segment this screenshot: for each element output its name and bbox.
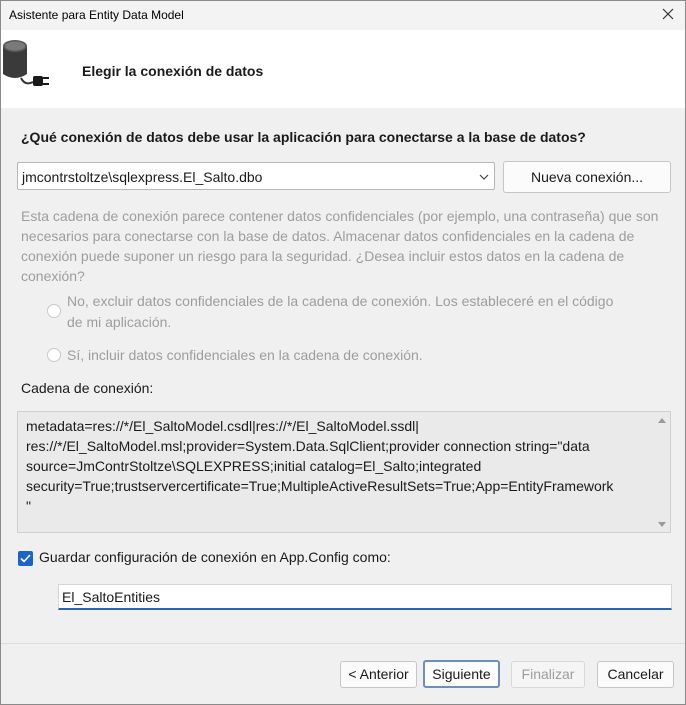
chevron-down-icon <box>479 174 489 180</box>
exclude-sensitive-label: No, excluir datos confidenciales de la c… <box>67 293 614 330</box>
include-sensitive-label: Sí, incluir datos confidenciales en la c… <box>67 347 423 363</box>
connection-string-box[interactable]: metadata=res://*/El_SaltoModel.csdl|res:… <box>17 411 671 533</box>
back-button[interactable]: < Anterior <box>340 661 417 688</box>
wizard-header: Elegir la conexión de datos <box>1 30 685 108</box>
save-config-label: Guardar configuración de conexión en App… <box>39 549 391 565</box>
wizard-window: Asistente para Entity Data Model Elegir … <box>0 0 686 705</box>
database-connection-icon <box>3 40 49 86</box>
page-title: Elegir la conexión de datos <box>82 63 264 79</box>
exclude-sensitive-radio[interactable] <box>47 304 61 318</box>
include-sensitive-radio[interactable] <box>47 348 61 362</box>
connection-string-scrollbar[interactable] <box>654 412 670 532</box>
title-bar: Asistente para Entity Data Model <box>1 1 685 30</box>
connection-select[interactable]: jmcontrstoltze\sqlexpress.El_Salto.dbo <box>17 162 495 190</box>
cancel-button[interactable]: Cancelar <box>597 661 674 688</box>
next-button[interactable]: Siguiente <box>423 660 500 688</box>
save-config-checkbox[interactable] <box>18 551 33 566</box>
new-connection-button[interactable]: Nueva conexión... <box>503 161 671 193</box>
entities-name-input[interactable] <box>62 588 662 606</box>
close-icon[interactable] <box>659 5 677 23</box>
connection-string-label: Cadena de conexión: <box>21 380 154 396</box>
footer-divider <box>1 643 685 644</box>
sensitive-data-warning: Esta cadena de conexión parece contener … <box>21 208 659 284</box>
checkmark-icon <box>20 554 31 563</box>
connection-select-value: jmcontrstoltze\sqlexpress.El_Salto.dbo <box>22 169 263 185</box>
entities-name-field[interactable] <box>58 584 672 610</box>
connection-string-text: metadata=res://*/El_SaltoModel.csdl|res:… <box>26 418 614 514</box>
window-title: Asistente para Entity Data Model <box>9 8 184 22</box>
finish-button[interactable]: Finalizar <box>511 661 585 688</box>
connection-question: ¿Qué conexión de datos debe usar la apli… <box>21 129 586 145</box>
